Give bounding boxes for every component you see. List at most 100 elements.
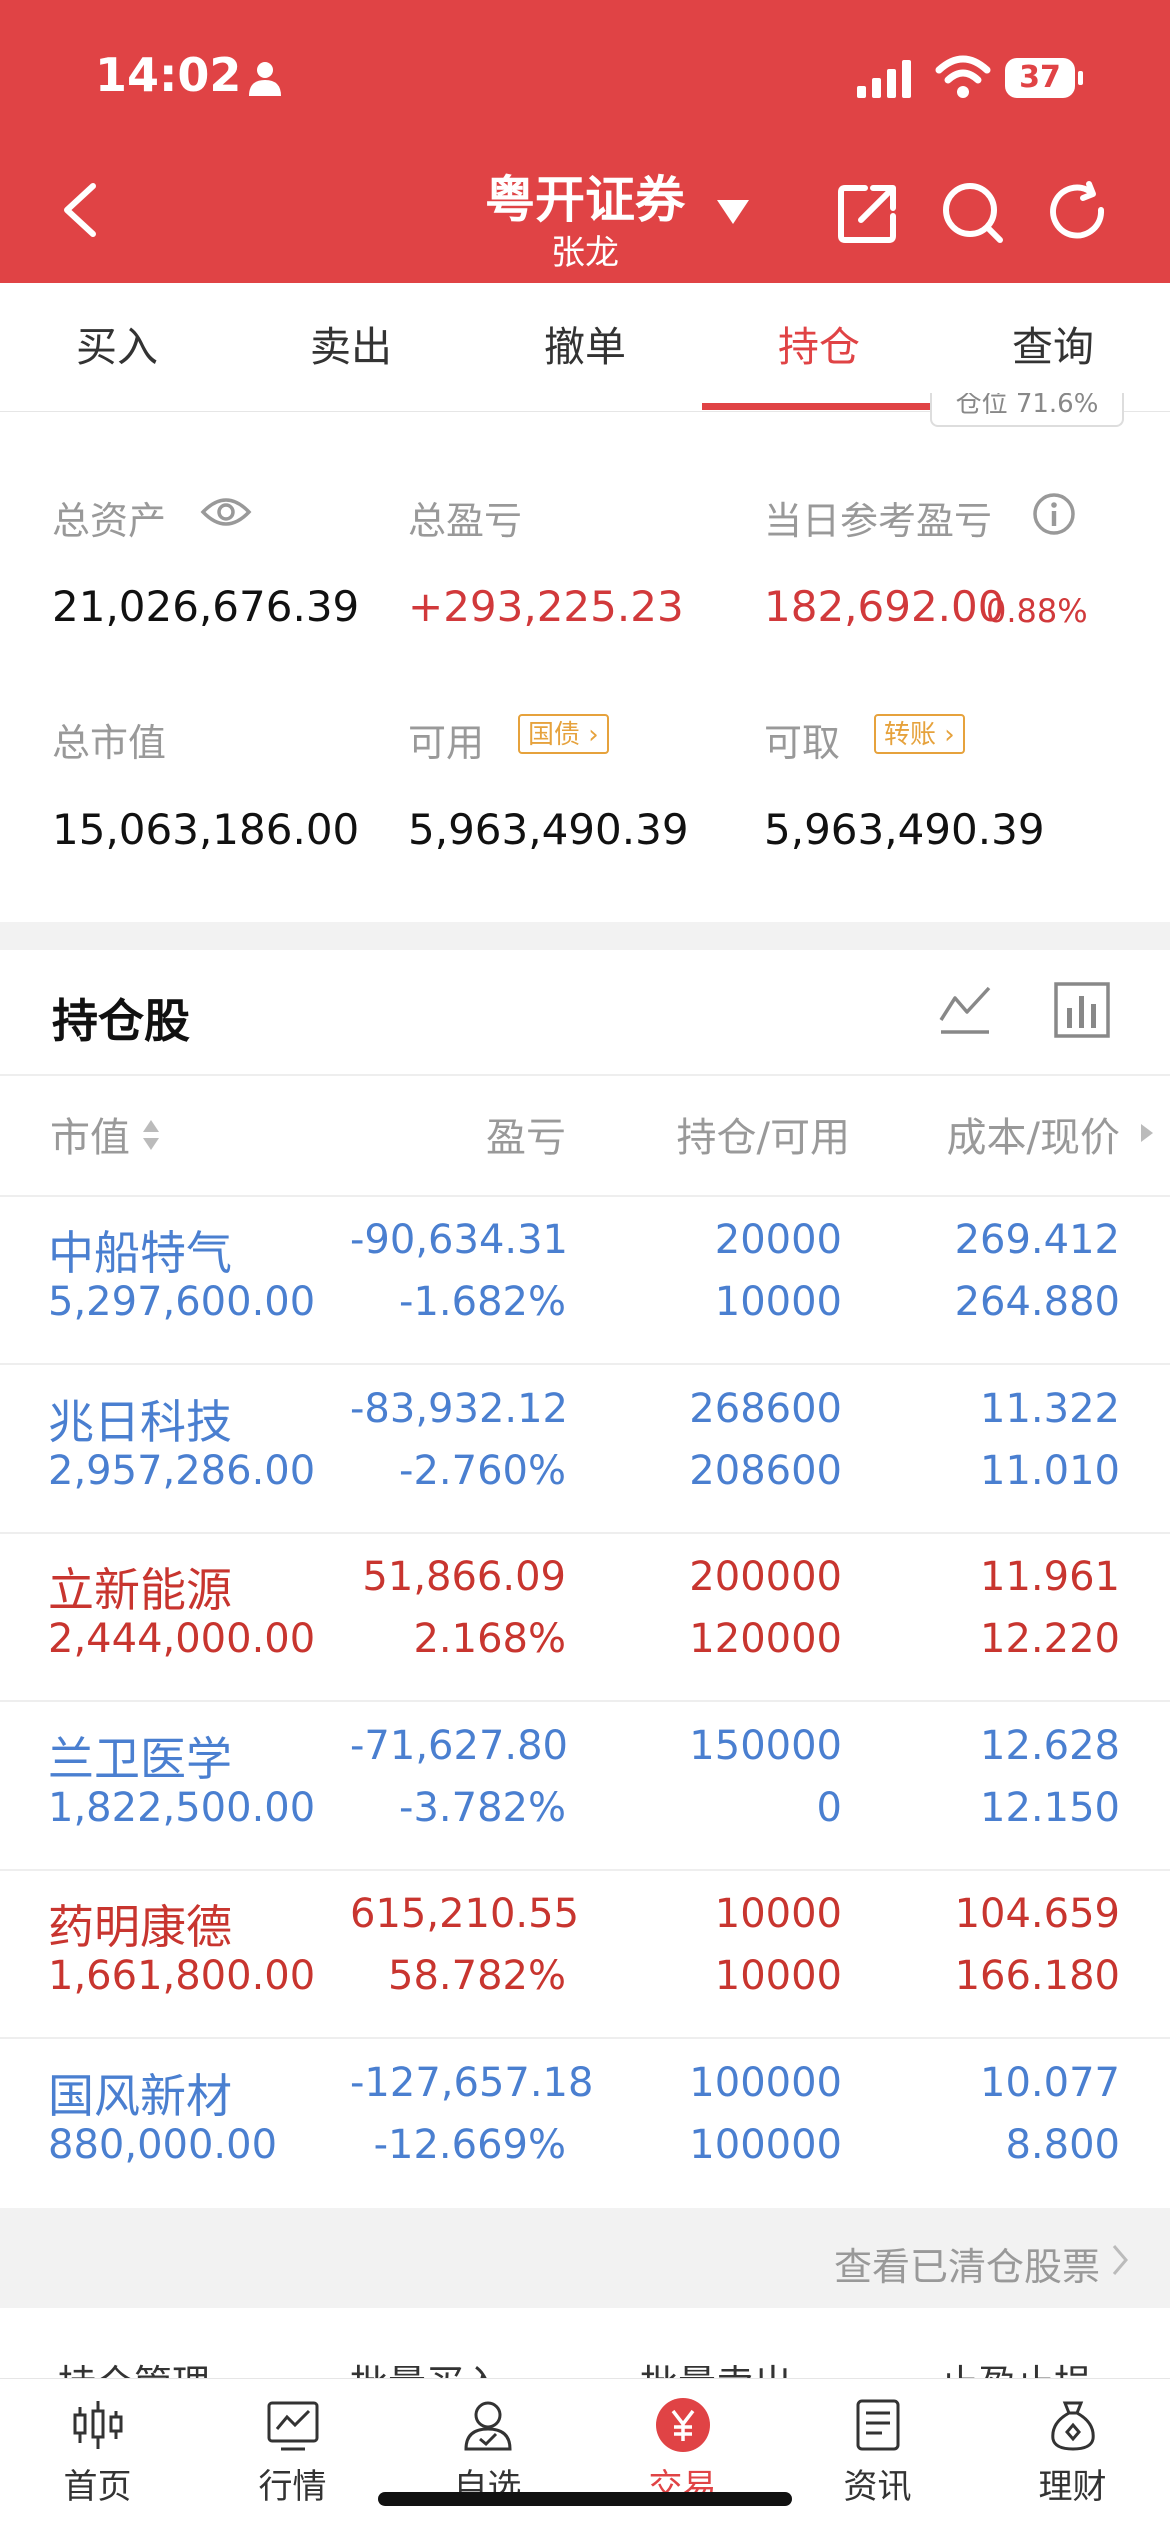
holding-row[interactable]: 中船特气 5,297,600.00 -90,634.31 -1.682% 20000 10… [0,1197,1170,1365]
total-pl-label: 总盈亏 [408,499,523,543]
tab-sell[interactable]: 卖出 [234,283,468,411]
bottom-tab-home[interactable]: 首页 [0,2379,195,2533]
search-icon[interactable] [940,180,1006,246]
stock-position: 20000 [714,1217,842,1263]
stock-name: 国风新材 [48,2069,232,2123]
col-position[interactable]: 持仓/可用 [600,1105,850,1163]
asset-summary: 总资产 21,026,676.39 总盈亏 +293,225.23 当日参考盈亏… [0,412,1170,922]
total-pl-value: +293,225.23 [408,582,684,631]
stock-price: 8.800 [1005,2122,1120,2168]
batch-sell-item[interactable]: 批量卖出 [640,2353,792,2378]
bottom-tab-trade[interactable]: 交易 [585,2379,780,2533]
share-icon[interactable] [835,180,901,246]
cleared-stocks-link[interactable]: 查看已清仓股票 [834,2236,1100,2291]
bottom-tab-label: 资讯 [843,2467,912,2507]
bottom-tab-label: 理财 [1038,2467,1107,2507]
holding-row[interactable]: 立新能源 2,444,000.00 51,866.09 2.168% 200000 120… [0,1534,1170,1703]
col-pl[interactable]: 盈亏 [380,1105,566,1163]
stock-price: 11.010 [980,1447,1120,1494]
back-icon[interactable] [55,180,105,240]
tab-buy[interactable]: 买入 [0,283,234,411]
stock-pl: -90,634.31 [350,1217,569,1263]
stock-available: 120000 [689,1616,842,1663]
chevron-right-icon[interactable] [1110,2242,1130,2278]
bottom-tab-news[interactable]: 资讯 [780,2379,975,2533]
withdrawable-label: 可取 [764,721,841,765]
account-name: 张龙 [551,233,619,273]
signal-icon [857,60,911,98]
stock-position: 200000 [689,1554,842,1601]
holding-row[interactable]: 兆日科技 2,957,286.00 -83,932.12 -2.760% 268600 2… [0,1366,1170,1534]
day-pl-value: 182,692.00 [764,582,1005,631]
stock-cost: 11.322 [980,1385,1120,1432]
bottom-tab-wealth[interactable]: 理财 [975,2379,1170,2533]
divider [0,1074,1170,1076]
stock-market-value: 2,444,000.00 [48,1616,316,1663]
stock-available: 0 [816,1784,842,1831]
document-icon [856,2399,900,2451]
withdrawable-value: 5,963,490.39 [764,805,1045,854]
stock-available: 100000 [689,2122,842,2168]
bottom-tab-watchlist[interactable]: 自选 [390,2379,585,2533]
eye-icon[interactable] [200,492,252,532]
market-value-label: 总市值 [52,721,167,765]
tab-positions[interactable]: 持仓 [702,283,936,411]
bar-chart-icon[interactable] [1052,980,1112,1040]
active-tab-underline [702,403,936,410]
bottom-tab-market[interactable]: 行情 [195,2379,390,2533]
more-columns-icon[interactable] [1138,1122,1156,1144]
account-dropdown-icon[interactable] [715,198,751,226]
management-item[interactable]: 持仓管理 [58,2353,210,2378]
candlestick-icon [73,2401,123,2449]
treasury-button[interactable]: 国债 › [518,714,609,754]
col-cost-price[interactable]: 成本/现价 [880,1105,1120,1163]
stock-cost: 104.659 [954,1891,1120,1938]
wifi-icon [935,55,991,98]
stock-pl: 51,866.09 [362,1554,566,1601]
app-header: 14:02 37 粤开证券 张龙 [0,0,1170,283]
refresh-icon[interactable] [1045,180,1111,246]
bottom-tab-label: 行情 [258,2467,327,2507]
stock-cost: 12.628 [980,1722,1120,1769]
stock-name: 药明康德 [48,1900,232,1955]
holding-row[interactable]: 兰卫医学 1,822,500.00 -71,627.80 -3.782% 150000 0… [0,1703,1170,1871]
market-value-value: 15,063,186.00 [52,805,360,854]
stock-available: 208600 [689,1447,842,1494]
info-icon[interactable] [1032,492,1076,536]
line-chart-icon[interactable] [935,980,995,1040]
yuan-icon [656,2398,710,2452]
money-bag-icon [1051,2401,1095,2451]
person-icon [249,62,281,96]
stock-cost: 11.961 [980,1554,1120,1601]
stock-market-value: 5,297,600.00 [48,1279,316,1325]
stop-profit-loss-item[interactable]: 止盈止损 [940,2353,1092,2378]
batch-buy-item[interactable]: 批量买入 [350,2353,502,2378]
holding-row[interactable]: 药明康德 1,661,800.00 615,210.55 58.782% 10000 10… [0,1871,1170,2040]
stock-name: 中船特气 [48,1226,232,1280]
position-ratio-peek: 仓位 71.6% [930,393,1124,427]
col-market-value[interactable]: 市值 [50,1105,130,1163]
page-title[interactable]: 粤开证券 [440,160,730,232]
home-indicator [378,2492,792,2506]
position-management-bar: 持仓管理 批量买入 批量卖出 止盈止损 [0,2308,1170,2378]
stock-pl: -83,932.12 [350,1385,569,1432]
holding-row[interactable]: 国风新材 880,000.00 -127,657.18 -12.669% 100000 1… [0,2040,1170,2208]
stock-name: 立新能源 [48,1563,232,1618]
sort-icon[interactable] [140,1115,162,1155]
tab-cancel[interactable]: 撤单 [468,283,702,411]
stock-position: 10000 [714,1891,842,1938]
stock-pl-percent: -3.782% [399,1784,566,1831]
stock-pl: 615,210.55 [350,1891,580,1938]
stock-available: 10000 [714,1953,842,2000]
stock-name: 兆日科技 [48,1394,232,1449]
stock-market-value: 880,000.00 [48,2122,278,2168]
tab-query[interactable]: 查询 [936,283,1170,411]
stock-pl: -71,627.80 [350,1722,569,1769]
holdings-title: 持仓股 [52,994,190,1048]
stock-pl-percent: -2.760% [399,1447,566,1494]
stock-pl-percent: -12.669% [373,2122,566,2168]
holdings-section: 持仓股 市值 盈亏 持仓/可用 成本/现价 中船特气 5,297,600.00 -9… [0,950,1170,2208]
stock-price: 12.220 [980,1616,1120,1663]
transfer-button[interactable]: 转账 › [874,714,965,754]
stock-market-value: 1,661,800.00 [48,1953,316,2000]
